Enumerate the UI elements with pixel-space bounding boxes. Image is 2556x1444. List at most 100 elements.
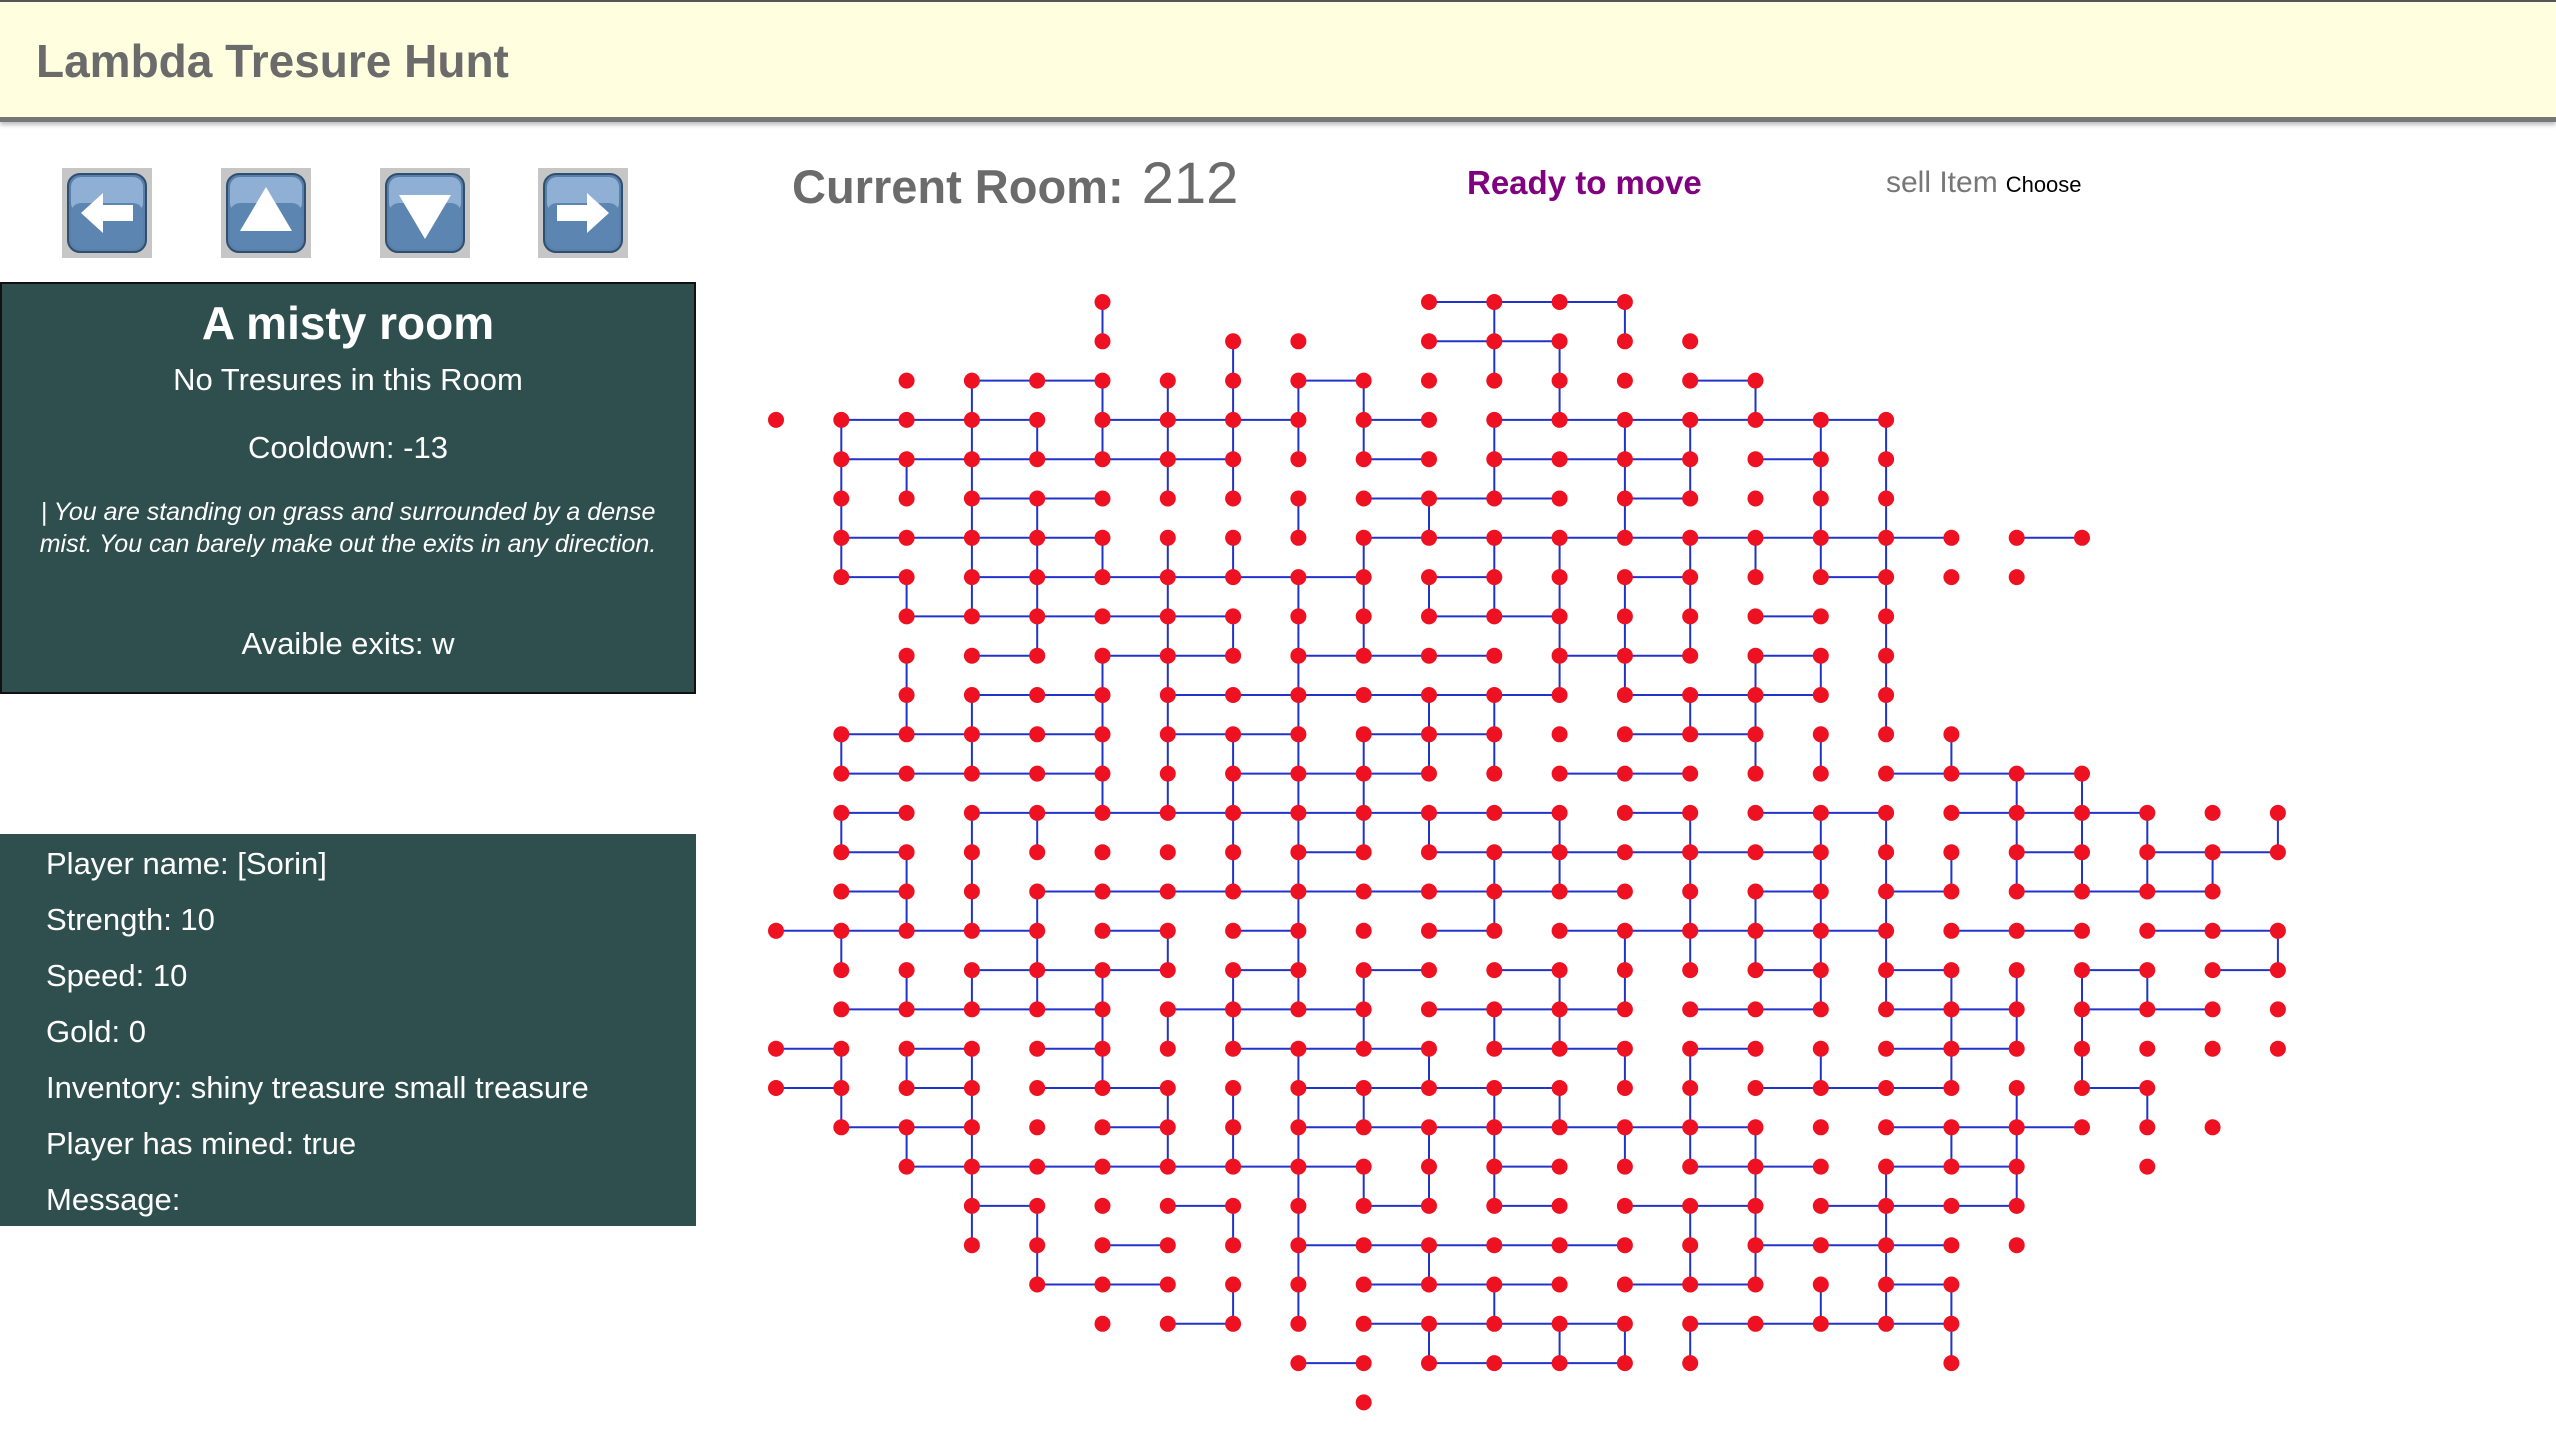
map-room <box>1616 294 1633 310</box>
map-room <box>833 451 850 468</box>
map-room <box>1225 1197 1242 1214</box>
map-room <box>1943 529 1960 546</box>
map-room <box>1812 687 1829 703</box>
map-room <box>833 765 850 782</box>
map-room <box>1812 1119 1829 1136</box>
map-room <box>1355 1119 1372 1136</box>
map-room <box>898 1001 915 1018</box>
map-room <box>2074 529 2090 546</box>
map-room <box>963 726 980 743</box>
map-room <box>1616 372 1633 389</box>
map-room <box>1159 569 1176 586</box>
map-room <box>2008 765 2025 782</box>
map-edges <box>776 301 2279 1365</box>
map-room <box>1812 490 1829 507</box>
map-room <box>1355 569 1372 586</box>
map-room <box>1943 1158 1960 1175</box>
map-room <box>2008 922 2025 939</box>
map-room <box>1551 1237 1568 1254</box>
map-room <box>963 1158 980 1175</box>
map-room <box>1159 490 1176 507</box>
map-room <box>1747 765 1764 782</box>
map-room <box>1682 1315 1699 1332</box>
map-room <box>1682 608 1699 625</box>
map-room <box>1029 765 1046 782</box>
map-room <box>1159 922 1176 939</box>
map-room <box>1878 490 1895 507</box>
map-room <box>1094 1119 1111 1136</box>
map-room <box>963 1119 980 1136</box>
map-room <box>1682 1080 1699 1096</box>
map-room <box>1421 962 1437 979</box>
map-room <box>963 922 980 939</box>
map-room <box>1943 883 1960 900</box>
map-room <box>1159 451 1176 468</box>
map-room <box>833 1001 850 1018</box>
map-room <box>1225 1158 1242 1175</box>
map-room <box>1290 1197 1307 1214</box>
map-room <box>1225 922 1242 939</box>
map-room <box>1421 647 1437 664</box>
map-room <box>1616 1315 1633 1332</box>
map-room <box>1943 1355 1960 1372</box>
map-room <box>1812 608 1829 625</box>
map-room <box>898 1040 915 1057</box>
map-room <box>1878 647 1895 664</box>
map-room <box>1290 490 1307 507</box>
map-room <box>1290 765 1307 782</box>
map-room <box>1878 1315 1895 1332</box>
map-room <box>1812 922 1829 939</box>
map-room <box>963 647 980 664</box>
map-room <box>1878 1080 1895 1096</box>
map-room <box>2139 804 2156 821</box>
map-room <box>768 922 784 939</box>
map-room <box>1682 1276 1699 1293</box>
map-room <box>1486 451 1503 468</box>
map-room <box>1421 883 1437 900</box>
map-room <box>1747 529 1764 546</box>
map-room <box>1029 1119 1046 1136</box>
map-room <box>1355 1394 1372 1411</box>
map-room <box>1486 1276 1503 1293</box>
map-room <box>833 883 850 900</box>
map-room <box>1747 569 1764 586</box>
map-room <box>2269 922 2286 939</box>
map-room <box>1029 411 1046 428</box>
map-room <box>1029 922 1046 939</box>
map-room <box>1355 726 1372 743</box>
map-room <box>1421 1119 1437 1136</box>
map-room <box>1878 451 1895 468</box>
map-room <box>1290 844 1307 861</box>
map-room <box>1290 529 1307 546</box>
map-room <box>1551 687 1568 703</box>
map-room <box>898 1158 915 1175</box>
map-room <box>898 844 915 861</box>
map-room <box>1878 844 1895 861</box>
map-room <box>1290 1040 1307 1057</box>
map-room <box>1878 1276 1895 1293</box>
map-room <box>1159 1197 1176 1214</box>
map-room <box>1486 608 1503 625</box>
map-room <box>1094 490 1111 507</box>
map-room <box>1682 490 1699 507</box>
map-room <box>1878 1001 1895 1018</box>
map-room <box>1682 883 1699 900</box>
map-room <box>1682 1197 1699 1214</box>
map-room <box>1486 1001 1503 1018</box>
map-room <box>1159 1315 1176 1332</box>
map-room <box>2269 844 2286 861</box>
map-room <box>1551 804 1568 821</box>
map-room <box>1812 411 1829 428</box>
map-room <box>898 765 915 782</box>
map-room <box>1747 726 1764 743</box>
map-room <box>1225 529 1242 546</box>
map-room <box>1094 844 1111 861</box>
map-room <box>1355 647 1372 664</box>
map-room <box>1486 804 1503 821</box>
map-room <box>1486 411 1503 428</box>
map-room <box>1551 765 1568 782</box>
map-room <box>2204 922 2221 939</box>
map-room <box>2074 1040 2090 1057</box>
map-room <box>1355 451 1372 468</box>
map-room <box>1290 726 1307 743</box>
